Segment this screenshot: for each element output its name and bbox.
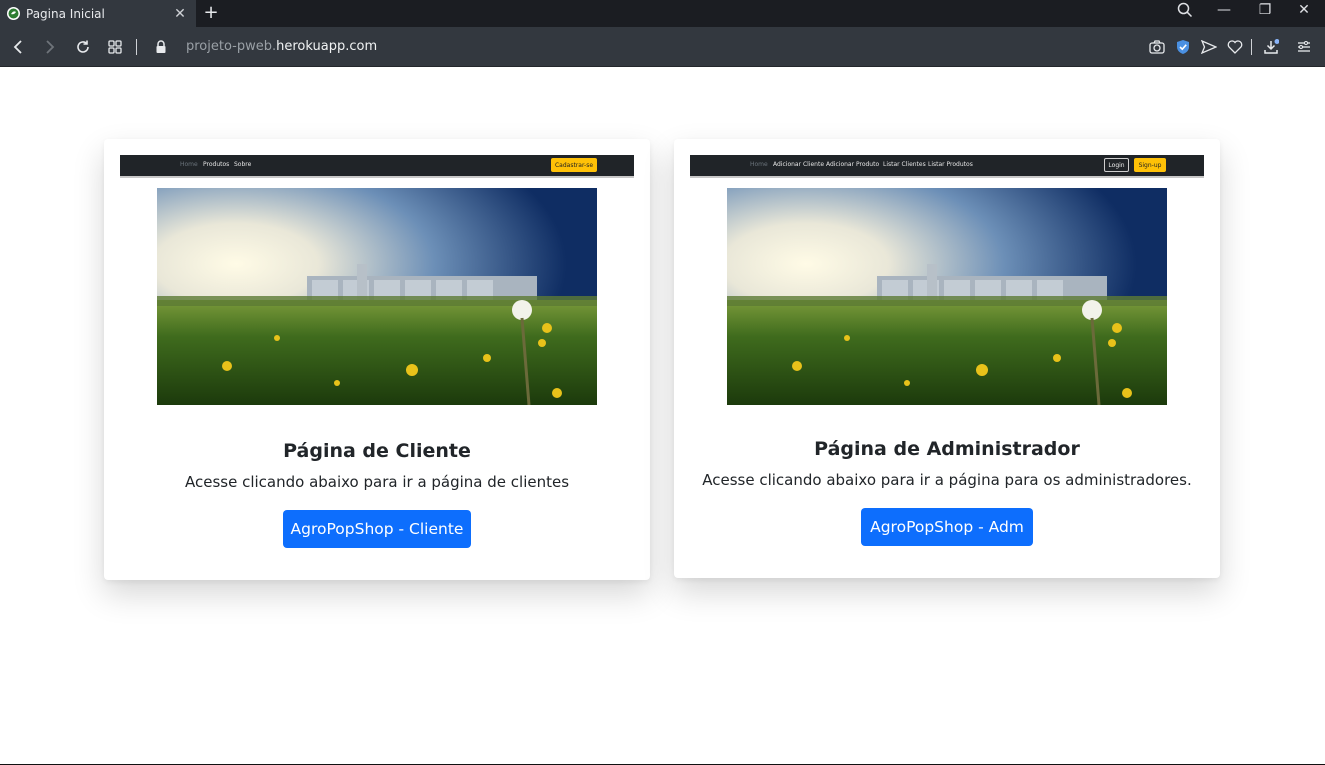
minimize-button[interactable]: — (1212, 2, 1236, 18)
preview-signup-button: Cadastrar-se (551, 158, 597, 172)
adm-button[interactable]: AgroPopShop - Adm (861, 508, 1033, 546)
heart-icon[interactable] (1225, 37, 1245, 57)
adm-card-title: Página de Administrador (814, 438, 1080, 460)
new-tab-button[interactable]: + (202, 2, 220, 23)
lock-icon[interactable] (151, 37, 171, 57)
preview-nav-link: Home (750, 161, 768, 168)
adm-preview-navbar: Home Adicionar Cliente Adicionar Produto… (690, 155, 1204, 178)
preview-nav-link: Listar Clientes (883, 161, 926, 168)
adm-card-text: Acesse clicando abaixo para ir a página … (702, 471, 1192, 489)
menu-icon[interactable] (1294, 37, 1314, 57)
cliente-hero-image (157, 188, 597, 405)
preview-login-button: Login (1104, 158, 1129, 172)
cliente-card: Home Produtos Sobre Cadastrar-se Página … (104, 139, 650, 580)
toolbar-separator (136, 39, 137, 55)
cliente-preview-navbar: Home Produtos Sobre Cadastrar-se (120, 155, 634, 178)
camera-icon[interactable] (1147, 37, 1167, 57)
reload-icon[interactable] (73, 37, 93, 57)
close-window-button[interactable]: ✕ (1292, 2, 1316, 18)
restore-button[interactable]: ❐ (1253, 2, 1277, 18)
cliente-button[interactable]: AgroPopShop - Cliente (283, 510, 471, 548)
preview-nav-link: Adicionar Produto (826, 161, 880, 168)
adm-card: Home Adicionar Cliente Adicionar Produto… (674, 139, 1220, 578)
address-bar: projeto-pweb.herokuapp.com (0, 27, 1325, 67)
favicon-icon (7, 7, 20, 20)
tab-close-icon[interactable]: ✕ (170, 6, 190, 22)
preview-signup-button: Sign-up (1134, 158, 1166, 172)
url-domain: herokuapp.com (276, 39, 378, 54)
url-field[interactable]: projeto-pweb.herokuapp.com (186, 39, 377, 54)
cliente-card-text: Acesse clicando abaixo para ir a página … (184, 473, 570, 491)
browser-tab[interactable]: Pagina Inicial ✕ (0, 0, 196, 27)
preview-nav-link: Produtos (203, 161, 230, 168)
forward-icon[interactable] (40, 37, 60, 57)
back-icon[interactable] (8, 37, 28, 57)
preview-nav-link: Adicionar Cliente (773, 161, 825, 168)
shield-icon[interactable] (1173, 37, 1193, 57)
toolbar-separator (1251, 39, 1252, 55)
preview-nav-link: Listar Produtos (928, 161, 973, 168)
send-icon[interactable] (1199, 37, 1219, 57)
preview-nav-link: Sobre (234, 161, 252, 168)
adm-hero-image (727, 188, 1167, 405)
cliente-card-title: Página de Cliente (283, 440, 471, 462)
tab-title: Pagina Inicial (26, 6, 105, 21)
download-icon[interactable] (1261, 37, 1281, 57)
preview-nav-link: Home (180, 161, 198, 168)
tab-bar: Pagina Inicial ✕ + — ❐ ✕ (0, 0, 1325, 27)
tabs-grid-icon[interactable] (105, 37, 125, 57)
url-prefix: projeto-pweb. (186, 39, 277, 54)
search-icon[interactable] (1173, 2, 1197, 22)
